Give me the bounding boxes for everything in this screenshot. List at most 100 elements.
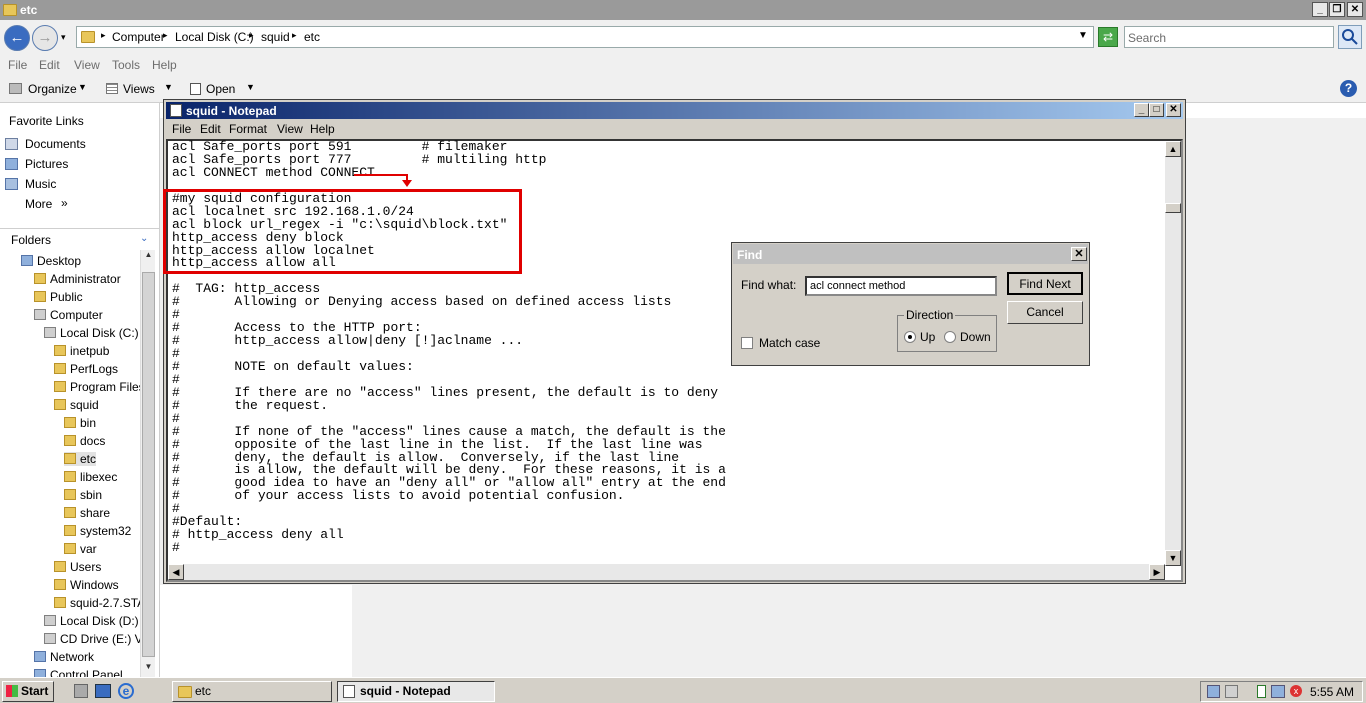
tree-item-squid[interactable]: squid [54, 398, 99, 412]
explorer-title-bar[interactable]: etc _ ❐ ✕ [0, 0, 1366, 20]
menu-file[interactable]: File [8, 58, 27, 72]
tree-item-var[interactable]: var [64, 542, 97, 556]
tree-item-windows[interactable]: Windows [54, 578, 119, 592]
navigation-scrollbar[interactable]: ▲ ▼ [140, 250, 155, 678]
cancel-button[interactable]: Cancel [1007, 301, 1083, 324]
direction-down-radio[interactable]: Down [944, 330, 991, 344]
tree-item-local-disk-c[interactable]: Local Disk (C:) [44, 326, 139, 340]
taskbar-item-etc[interactable]: etc [172, 681, 332, 702]
restore-button[interactable]: ❐ [1329, 2, 1345, 17]
tree-item-program-files[interactable]: Program Files [54, 380, 145, 394]
checkbox-icon[interactable] [741, 337, 753, 349]
favorite-pictures[interactable]: Pictures [25, 157, 68, 171]
tree-item-users[interactable]: Users [54, 560, 101, 574]
start-button[interactable]: Start [2, 681, 54, 702]
views-button[interactable]: Views [123, 82, 155, 96]
tree-item-cd-drive[interactable]: CD Drive (E:) Vir [44, 632, 149, 646]
tree-item-public[interactable]: Public [34, 290, 83, 304]
scroll-thumb[interactable] [142, 272, 155, 657]
search-input[interactable]: Search [1124, 26, 1334, 48]
tray-battery-icon[interactable] [1257, 685, 1266, 698]
notepad-title-bar[interactable]: squid - Notepad _ □ ✕ [166, 102, 1183, 119]
favorite-more[interactable]: More [25, 197, 52, 211]
tree-item-local-disk-d[interactable]: Local Disk (D:) [44, 614, 139, 628]
dropdown-icon[interactable]: ▼ [1078, 30, 1088, 41]
tree-item-system32[interactable]: system32 [64, 524, 131, 538]
internet-explorer-icon[interactable]: e [118, 683, 134, 699]
scroll-up-icon[interactable]: ▲ [1165, 141, 1181, 157]
menu-tools[interactable]: Tools [112, 58, 140, 72]
scroll-thumb[interactable] [1165, 203, 1181, 213]
notepad-vertical-scrollbar[interactable]: ▲ ▼ [1165, 141, 1181, 566]
tree-item-squid-archive[interactable]: squid-2.7.STA [54, 596, 145, 610]
favorite-music[interactable]: Music [25, 177, 56, 191]
tree-item-control-panel[interactable]: Control Panel [34, 668, 123, 677]
radio-icon[interactable] [944, 331, 956, 343]
notepad-maximize-button[interactable]: □ [1149, 103, 1164, 117]
tree-item-administrator[interactable]: Administrator [34, 272, 121, 286]
recent-pages-icon[interactable]: ▾ [61, 32, 66, 43]
tree-item-desktop[interactable]: Desktop [21, 254, 81, 268]
find-dialog[interactable]: Find ✕ Find what: acl connect method Fin… [731, 242, 1090, 366]
tray-connection-icon[interactable] [1271, 685, 1285, 698]
favorite-documents[interactable]: Documents [25, 137, 86, 151]
tree-item-docs[interactable]: docs [64, 434, 105, 448]
notepad-menu-format[interactable]: Format [229, 122, 267, 136]
scroll-left-icon[interactable]: ◀ [168, 564, 184, 580]
tray-settings-icon[interactable] [1225, 685, 1238, 698]
tree-item-network[interactable]: Network [34, 650, 94, 664]
tree-item-share[interactable]: share [64, 506, 110, 520]
forward-button[interactable]: → [32, 25, 58, 51]
taskbar-item-notepad[interactable]: squid - Notepad [337, 681, 495, 702]
notepad-menu-file[interactable]: File [172, 122, 191, 136]
find-title-bar[interactable]: Find ✕ [733, 244, 1088, 264]
quick-launch-server-icon[interactable] [74, 684, 88, 698]
open-button[interactable]: Open [206, 82, 235, 96]
scroll-up-icon[interactable]: ▲ [142, 250, 155, 263]
help-icon[interactable]: ? [1340, 80, 1357, 97]
find-next-button[interactable]: Find Next [1007, 272, 1083, 295]
minimize-button[interactable]: _ [1312, 2, 1328, 17]
notepad-close-button[interactable]: ✕ [1166, 103, 1181, 117]
organize-button[interactable]: Organize [28, 82, 77, 96]
breadcrumb-squid[interactable]: squid [261, 30, 290, 44]
clock[interactable]: 5:55 AM [1310, 685, 1354, 699]
tree-item-etc[interactable]: etc [64, 452, 97, 466]
scroll-down-icon[interactable]: ▼ [142, 662, 155, 675]
quick-launch-desktop-icon[interactable] [95, 684, 111, 698]
match-case-checkbox[interactable]: Match case [741, 336, 820, 350]
tree-item-computer[interactable]: Computer [34, 308, 103, 322]
chevron-up-icon[interactable]: ⌄ [140, 233, 148, 244]
notepad-minimize-button[interactable]: _ [1134, 103, 1149, 117]
tree-item-sbin[interactable]: sbin [64, 488, 102, 502]
search-button[interactable] [1338, 25, 1362, 49]
folders-title[interactable]: Folders [11, 233, 51, 247]
scroll-down-icon[interactable]: ▼ [1165, 550, 1181, 566]
notepad-horizontal-scrollbar[interactable]: ◀ ▶ [168, 564, 1165, 580]
tray-network-icon[interactable] [1207, 685, 1220, 698]
find-what-input[interactable]: acl connect method [805, 276, 997, 296]
back-button[interactable]: ← [4, 25, 30, 51]
direction-up-radio[interactable]: Up [904, 330, 935, 344]
find-close-button[interactable]: ✕ [1071, 247, 1087, 261]
tray-volume-muted-icon[interactable]: x [1290, 685, 1302, 697]
close-button[interactable]: ✕ [1347, 2, 1363, 17]
radio-selected-icon[interactable] [904, 331, 916, 343]
menu-edit[interactable]: Edit [39, 58, 60, 72]
notepad-menu-view[interactable]: View [277, 122, 303, 136]
breadcrumb-etc[interactable]: etc [304, 30, 320, 44]
menu-view[interactable]: View [74, 58, 100, 72]
tree-item-bin[interactable]: bin [64, 416, 96, 430]
tree-item-inetpub[interactable]: inetpub [54, 344, 109, 358]
tree-item-libexec[interactable]: libexec [64, 470, 117, 484]
menu-help[interactable]: Help [152, 58, 177, 72]
breadcrumb-local-disk[interactable]: Local Disk (C:) [175, 30, 254, 44]
double-chevron-icon[interactable]: » [61, 196, 68, 210]
tree-item-perflogs[interactable]: PerfLogs [54, 362, 118, 376]
notepad-menu-edit[interactable]: Edit [200, 122, 221, 136]
notepad-menu-help[interactable]: Help [310, 122, 335, 136]
scroll-right-icon[interactable]: ▶ [1149, 564, 1165, 580]
refresh-button[interactable]: ⇄ [1098, 27, 1118, 47]
breadcrumb-computer[interactable]: Computer [112, 30, 165, 44]
address-bar[interactable]: ▸ Computer ▸ Local Disk (C:) ▸ squid ▸ e… [76, 26, 1094, 48]
